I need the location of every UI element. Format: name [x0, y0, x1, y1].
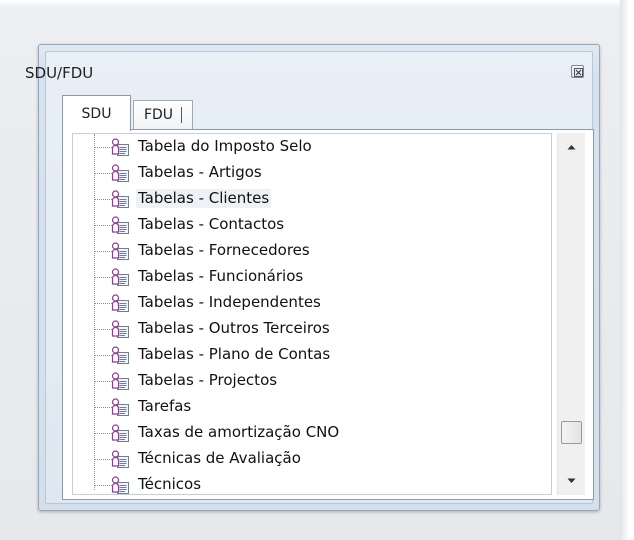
tree-item[interactable]: Tabelas - Projectos: [73, 368, 551, 394]
tree-item-label: Tabelas - Funcionários: [138, 267, 304, 285]
person-document-icon: [109, 345, 133, 365]
person-document-icon: [109, 449, 133, 469]
tab-sdu-label: SDU: [81, 105, 112, 122]
tree-item[interactable]: Tabelas - Outros Terceiros: [73, 316, 551, 342]
tree-item[interactable]: Técnicas de Avaliação: [73, 446, 551, 472]
tree-item[interactable]: Tabelas - Artigos: [73, 160, 551, 186]
tree-item-label: Técnicas de Avaliação: [138, 449, 301, 467]
tree-item[interactable]: Tabelas - Fornecedores: [73, 238, 551, 264]
tree-item[interactable]: Tarefas: [73, 394, 551, 420]
person-document-icon: [109, 423, 133, 443]
window-title: SDU/FDU: [25, 64, 94, 82]
person-document-icon: [109, 163, 133, 183]
tree-item-label: Tabelas - Artigos: [138, 163, 262, 181]
person-document-icon: [109, 397, 133, 417]
tree-item[interactable]: Tabelas - Plano de Contas: [73, 342, 551, 368]
person-document-icon: [109, 137, 133, 157]
tree-item-label: Tabelas - Plano de Contas: [138, 345, 331, 363]
tree-item-label: Taxas de amortização CNO: [138, 423, 340, 441]
tree-item[interactable]: Tabelas - Funcionários: [73, 264, 551, 290]
tree-item[interactable]: Técnicos: [73, 472, 551, 494]
tree-item-label: Tabelas - Independentes: [138, 293, 321, 311]
scroll-thumb[interactable]: [561, 421, 582, 444]
person-document-icon: [109, 475, 133, 494]
tree-item[interactable]: Tabelas - Contactos: [73, 212, 551, 238]
sdu-tree-view[interactable]: Tabela do Imposto Selo Tabelas - Artigos T…: [72, 133, 552, 495]
tab-fdu-label: FDU: [144, 107, 183, 123]
person-document-icon: [109, 293, 133, 313]
tree-item-label: Tabelas - Clientes: [136, 189, 272, 208]
scroll-down-arrow-icon[interactable]: [558, 471, 585, 491]
person-document-icon: [109, 267, 133, 287]
tree-item[interactable]: Tabelas - Clientes: [73, 186, 551, 212]
tab-strip: SDU FDU: [62, 95, 542, 131]
person-document-icon: [109, 215, 133, 235]
top-edge: [0, 0, 634, 8]
tree-item-label: Tabelas - Outros Terceiros: [138, 319, 330, 337]
tree-item[interactable]: Taxas de amortização CNO: [73, 420, 551, 446]
close-icon[interactable]: [571, 65, 584, 78]
tree-item-label: Tabelas - Projectos: [138, 371, 278, 389]
tree-item-label: Técnicos: [138, 475, 202, 493]
tab-sdu[interactable]: SDU: [62, 95, 131, 131]
person-document-icon: [109, 371, 133, 391]
tree-item[interactable]: Tabela do Imposto Selo: [73, 134, 551, 160]
tab-fdu[interactable]: FDU: [133, 100, 193, 129]
tree-item-label: Tabela do Imposto Selo: [138, 137, 312, 155]
tree-item-label: Tarefas: [138, 397, 192, 415]
person-document-icon: [109, 241, 133, 261]
vertical-scrollbar[interactable]: [557, 133, 585, 495]
tree-item-label: Tabelas - Fornecedores: [138, 241, 310, 259]
person-document-icon: [109, 319, 133, 339]
person-document-icon: [109, 189, 133, 209]
tree-item-label: Tabelas - Contactos: [138, 215, 285, 233]
scroll-up-arrow-icon[interactable]: [558, 137, 585, 157]
tree-item[interactable]: Tabelas - Independentes: [73, 290, 551, 316]
right-edge: [620, 0, 634, 540]
